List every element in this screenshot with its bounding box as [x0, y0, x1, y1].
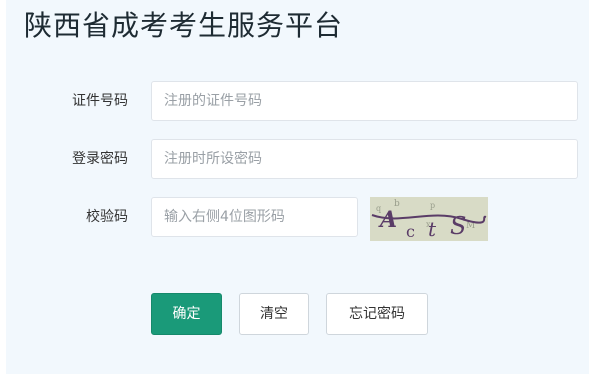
captcha-image[interactable]: b p M x q A c t S: [370, 197, 488, 241]
svg-text:t: t: [428, 217, 437, 241]
clear-button[interactable]: 清空: [239, 293, 309, 335]
confirm-button[interactable]: 确定: [151, 293, 222, 335]
captcha-input[interactable]: [151, 197, 358, 237]
svg-text:c: c: [406, 222, 415, 241]
id-number-input[interactable]: [151, 81, 578, 121]
id-number-label: 证件号码: [72, 93, 128, 109]
captcha-label: 校验码: [86, 209, 128, 225]
captcha-image-graphic: b p M x q A c t S: [370, 197, 488, 241]
login-panel: 陕西省成考考生服务平台 证件号码 登录密码 校验码 b p M x q A c …: [6, 0, 589, 374]
svg-text:A: A: [378, 207, 397, 233]
password-input[interactable]: [151, 139, 578, 179]
page-title: 陕西省成考考生服务平台: [24, 9, 344, 42]
password-label: 登录密码: [72, 151, 128, 167]
svg-text:p: p: [430, 201, 435, 210]
forgot-password-button[interactable]: 忘记密码: [326, 293, 428, 335]
